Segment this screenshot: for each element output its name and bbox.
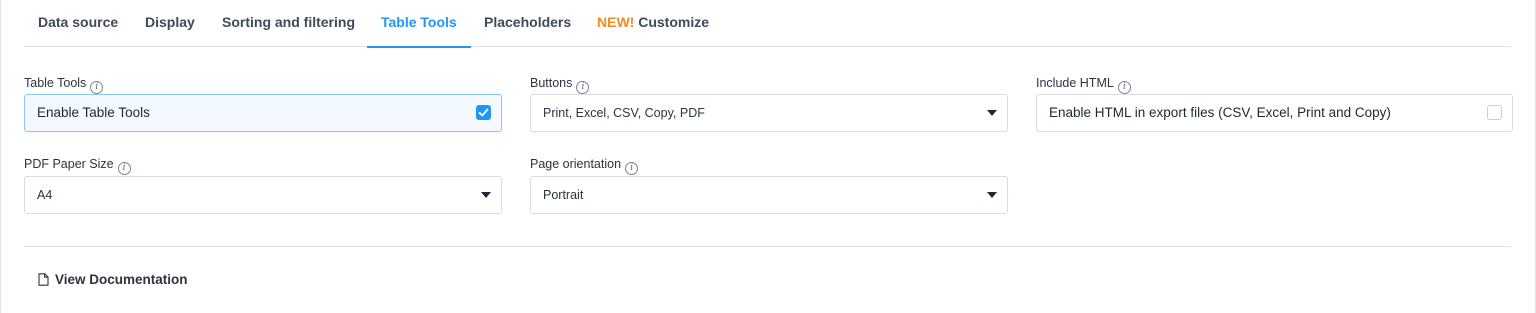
page-orientation-select[interactable]: Portrait: [530, 176, 1008, 214]
field-label-text: PDF Paper Size: [24, 157, 114, 171]
view-documentation-link[interactable]: View Documentation: [38, 272, 188, 287]
checkbox-label: Enable HTML in export files (CSV, Excel,…: [1049, 105, 1391, 120]
info-icon[interactable]: i: [1117, 81, 1131, 94]
settings-tabs: Data source Display Sorting and filterin…: [24, 0, 1511, 48]
field-label-text: Include HTML: [1036, 76, 1114, 90]
tab-sorting-and-filtering[interactable]: Sorting and filtering: [222, 0, 355, 47]
info-icon[interactable]: i: [625, 162, 639, 175]
caret-down-icon: [481, 192, 491, 198]
table-tools-label: Table Tools i: [24, 75, 104, 94]
field-label-text: Page orientation: [530, 157, 622, 171]
caret-down-icon: [987, 110, 997, 116]
link-text: View Documentation: [55, 272, 188, 287]
tab-display[interactable]: Display: [145, 0, 195, 47]
include-html-label: Include HTML i: [1036, 75, 1131, 94]
enable-table-tools-checkbox[interactable]: Enable Table Tools: [24, 94, 502, 132]
checkmark-icon[interactable]: [476, 105, 491, 120]
new-badge: NEW!: [597, 14, 635, 30]
page-orientation-label: Page orientation i: [530, 156, 639, 175]
buttons-select[interactable]: Print, Excel, CSV, Copy, PDF: [530, 94, 1008, 132]
field-label-text: Table Tools: [24, 76, 87, 90]
tab-label: Data source: [38, 14, 119, 30]
table-settings-panel: Data source Display Sorting and filterin…: [0, 0, 1536, 313]
tab-customize[interactable]: NEW! Customize: [597, 0, 709, 47]
pdf-paper-size-label: PDF Paper Size i: [24, 156, 131, 175]
include-html-checkbox[interactable]: Enable HTML in export files (CSV, Excel,…: [1036, 94, 1513, 132]
caret-down-icon: [987, 192, 997, 198]
selected-value: A4: [37, 188, 53, 202]
tab-label: Sorting and filtering: [222, 14, 355, 30]
info-icon[interactable]: i: [576, 81, 590, 94]
tab-table-tools[interactable]: Table Tools: [367, 0, 471, 48]
field-label-text: Buttons: [530, 76, 573, 90]
checkbox-empty-icon[interactable]: [1487, 105, 1502, 120]
info-icon[interactable]: i: [90, 81, 104, 94]
tab-placeholders[interactable]: Placeholders: [484, 0, 571, 47]
info-icon[interactable]: i: [117, 162, 131, 175]
tab-label: Display: [145, 14, 195, 30]
tab-data-source[interactable]: Data source: [38, 0, 118, 47]
tab-label: Customize: [638, 14, 710, 30]
tab-label: Table Tools: [381, 14, 457, 30]
section-divider: [24, 246, 1511, 247]
buttons-label: Buttons i: [530, 75, 590, 94]
tab-label: Placeholders: [484, 14, 572, 30]
checkbox-label: Enable Table Tools: [37, 105, 150, 120]
selected-value: Print, Excel, CSV, Copy, PDF: [543, 106, 705, 120]
selected-value: Portrait: [543, 188, 584, 202]
pdf-paper-size-select[interactable]: A4: [24, 176, 502, 214]
document-icon: [38, 273, 49, 286]
